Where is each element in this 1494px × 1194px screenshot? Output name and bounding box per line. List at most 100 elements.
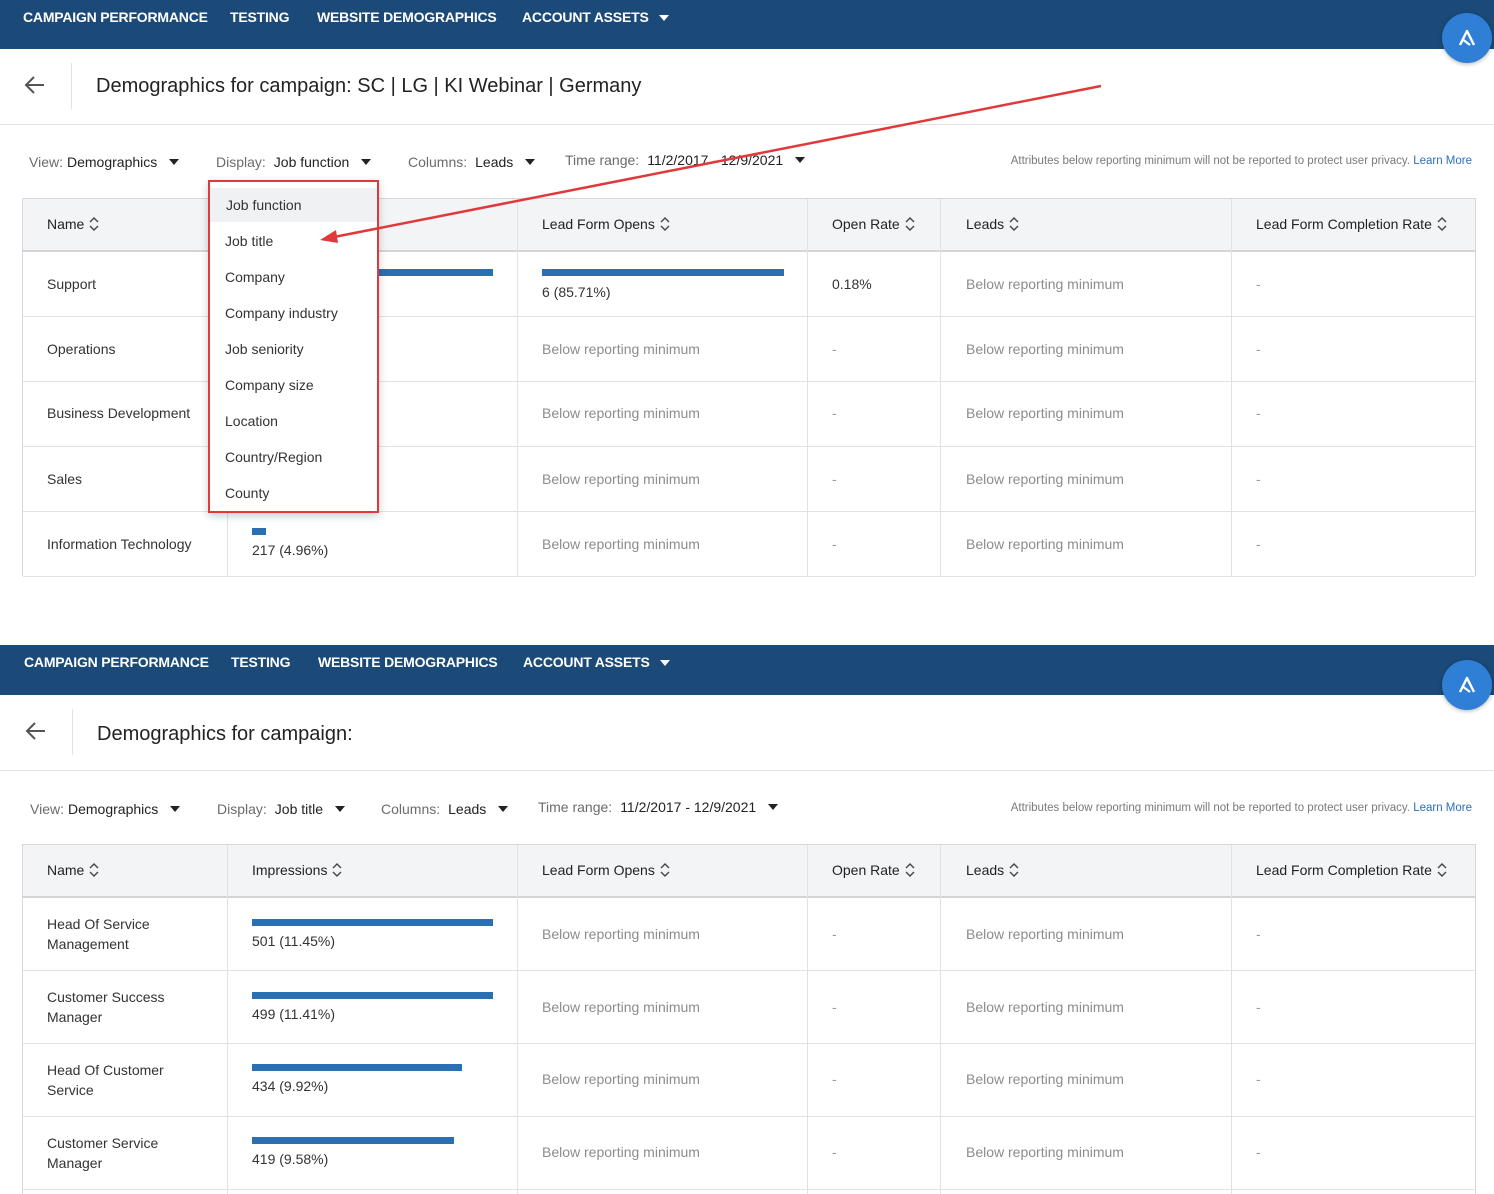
dropdown-option-company-industry[interactable]: Company industry [210, 296, 377, 330]
back-arrow-icon[interactable] [23, 719, 51, 743]
impressions-bar [252, 992, 493, 999]
completion-rate-value: - [1256, 1144, 1261, 1160]
learn-more-link[interactable]: Learn More [1413, 802, 1472, 814]
caret-down-icon [361, 159, 372, 166]
col-leads-header[interactable]: Leads [966, 199, 1019, 250]
col-leads-label: Leads [966, 216, 1005, 232]
row-name-line1: Head Of Customer [47, 1062, 164, 1078]
row-name: Head Of Service Management [47, 914, 150, 954]
dropdown-option-company-size[interactable]: Company size [210, 368, 377, 402]
dropdown-option-location[interactable]: Location [210, 404, 377, 438]
view-select[interactable]: View: Demographics [29, 154, 180, 170]
time-range-select[interactable]: Time range: 11/2/2017 - 12/9/2021 [538, 799, 779, 815]
leads-value: Below reporting minimum [966, 999, 1124, 1015]
row-name: Support [47, 276, 97, 292]
demographics-table: Name Impressions Lead Form Opens Open Ra… [22, 844, 1476, 1194]
display-dropdown-menu: Job function Job title Company Company i… [208, 180, 379, 513]
col-lead-form-opens-header[interactable]: Lead Form Opens [542, 199, 670, 250]
col-open-rate-header[interactable]: Open Rate [832, 845, 915, 896]
dropdown-option-company[interactable]: Company [210, 260, 377, 294]
sort-icon [1437, 863, 1447, 878]
privacy-note: Attributes below reporting minimum will … [1011, 155, 1472, 167]
nav-campaign-performance[interactable]: CAMPAIGN PERFORMANCE [24, 654, 209, 670]
dropdown-option-county[interactable]: County [210, 476, 377, 510]
learn-more-link[interactable]: Learn More [1413, 155, 1472, 167]
dropdown-option-job-title[interactable]: Job title [210, 224, 377, 258]
columns-label: Columns: [408, 154, 468, 170]
impressions-bar [252, 1137, 454, 1144]
row-name-line1: Customer Success [47, 989, 165, 1005]
impressions-value: 217 (4.96%) [252, 542, 329, 558]
view-label: View: [30, 801, 64, 817]
columns-select[interactable]: Columns: Leads [381, 801, 509, 817]
row-name: Customer Success Manager [47, 987, 164, 1027]
caret-down-icon [169, 159, 180, 166]
dropdown-option-job-seniority[interactable]: Job seniority [210, 332, 377, 366]
lead-form-opens-bar [542, 269, 784, 276]
caret-down-icon [498, 806, 509, 813]
display-value: Job title [274, 801, 324, 817]
nav-testing[interactable]: TESTING [231, 654, 290, 670]
time-range-select[interactable]: Time range: 11/2/2017 - 12/9/2021 [565, 152, 806, 168]
time-range-value: 11/2/2017 - 12/9/2021 [647, 152, 784, 168]
view-select[interactable]: View: Demographics [30, 801, 181, 817]
open-rate-value: - [832, 1071, 837, 1087]
impressions-bar [252, 1064, 462, 1071]
open-rate-value: - [832, 405, 837, 421]
lead-form-opens-value: Below reporting minimum [542, 341, 700, 357]
dropdown-option-job-function[interactable]: Job function [210, 188, 377, 222]
lead-form-opens-value: Below reporting minimum [542, 536, 700, 552]
caret-down-icon [170, 806, 181, 813]
col-open-rate-header[interactable]: Open Rate [832, 199, 915, 250]
completion-rate-value: - [1256, 405, 1261, 421]
col-leads-header[interactable]: Leads [966, 845, 1019, 896]
assistant-logo-icon [1458, 676, 1476, 693]
nav-testing[interactable]: TESTING [230, 9, 289, 25]
table-row: Customer Service Manager 419 (9.58%) Belo… [23, 1117, 1475, 1190]
nav-account-assets[interactable]: ACCOUNT ASSETS [523, 654, 670, 670]
top-panel: CAMPAIGN PERFORMANCE TESTING WEBSITE DEM… [0, 0, 1494, 600]
col-leads-label: Leads [966, 862, 1005, 878]
col-lead-form-opens-label: Lead Form Opens [542, 216, 655, 232]
col-lead-form-opens-label: Lead Form Opens [542, 862, 655, 878]
row-name-line2: Manager [47, 1155, 103, 1171]
title-bar: Demographics for campaign: [0, 695, 1494, 771]
privacy-note: Attributes below reporting minimum will … [1011, 802, 1472, 814]
lead-form-opens-value: Below reporting minimum [542, 1071, 700, 1087]
title-bar: Demographics for campaign: SC | LG | KI … [0, 49, 1494, 125]
col-name-header[interactable]: Name [47, 199, 99, 250]
leads-value: Below reporting minimum [966, 405, 1124, 421]
display-select[interactable]: Display: Job title [217, 801, 346, 817]
sort-icon [905, 863, 915, 878]
impressions-value: 499 (11.41%) [252, 1006, 336, 1022]
col-lead-form-opens-header[interactable]: Lead Form Opens [542, 845, 670, 896]
row-name: Customer Service Manager [47, 1133, 158, 1173]
sort-icon [660, 863, 670, 878]
columns-select[interactable]: Columns: Leads [408, 154, 536, 170]
open-rate-value: - [832, 926, 837, 942]
dropdown-option-country-region[interactable]: Country/Region [210, 440, 377, 474]
sort-icon [1009, 217, 1019, 232]
nav-website-demographics[interactable]: WEBSITE DEMOGRAPHICS [317, 9, 497, 25]
nav-account-assets[interactable]: ACCOUNT ASSETS [522, 9, 669, 25]
col-name-label: Name [47, 216, 85, 232]
col-name-header[interactable]: Name [47, 845, 99, 896]
col-completion-rate-header[interactable]: Lead Form Completion Rate [1256, 199, 1447, 250]
col-completion-rate-header[interactable]: Lead Form Completion Rate [1256, 845, 1447, 896]
row-name-line2: Manager [47, 1009, 103, 1025]
nav-account-assets-label: ACCOUNT ASSETS [523, 654, 650, 670]
nav-campaign-performance[interactable]: CAMPAIGN PERFORMANCE [23, 9, 208, 25]
table-header: Name Impressions Lead Form Opens Open Ra… [23, 845, 1475, 898]
chevron-down-icon [658, 15, 669, 22]
col-impressions-header[interactable]: Impressions [252, 845, 342, 896]
lead-form-opens-value: Below reporting minimum [542, 405, 700, 421]
filter-bar: View: Demographics Display: Job function C… [0, 150, 1494, 180]
display-select[interactable]: Display: Job function [216, 154, 372, 170]
open-rate-value: - [832, 341, 837, 357]
sort-icon [905, 217, 915, 232]
chevron-down-icon [659, 660, 670, 667]
open-rate-value: - [832, 1144, 837, 1160]
back-arrow-icon[interactable] [22, 73, 50, 97]
nav-website-demographics[interactable]: WEBSITE DEMOGRAPHICS [318, 654, 498, 670]
open-rate-value: - [832, 471, 837, 487]
